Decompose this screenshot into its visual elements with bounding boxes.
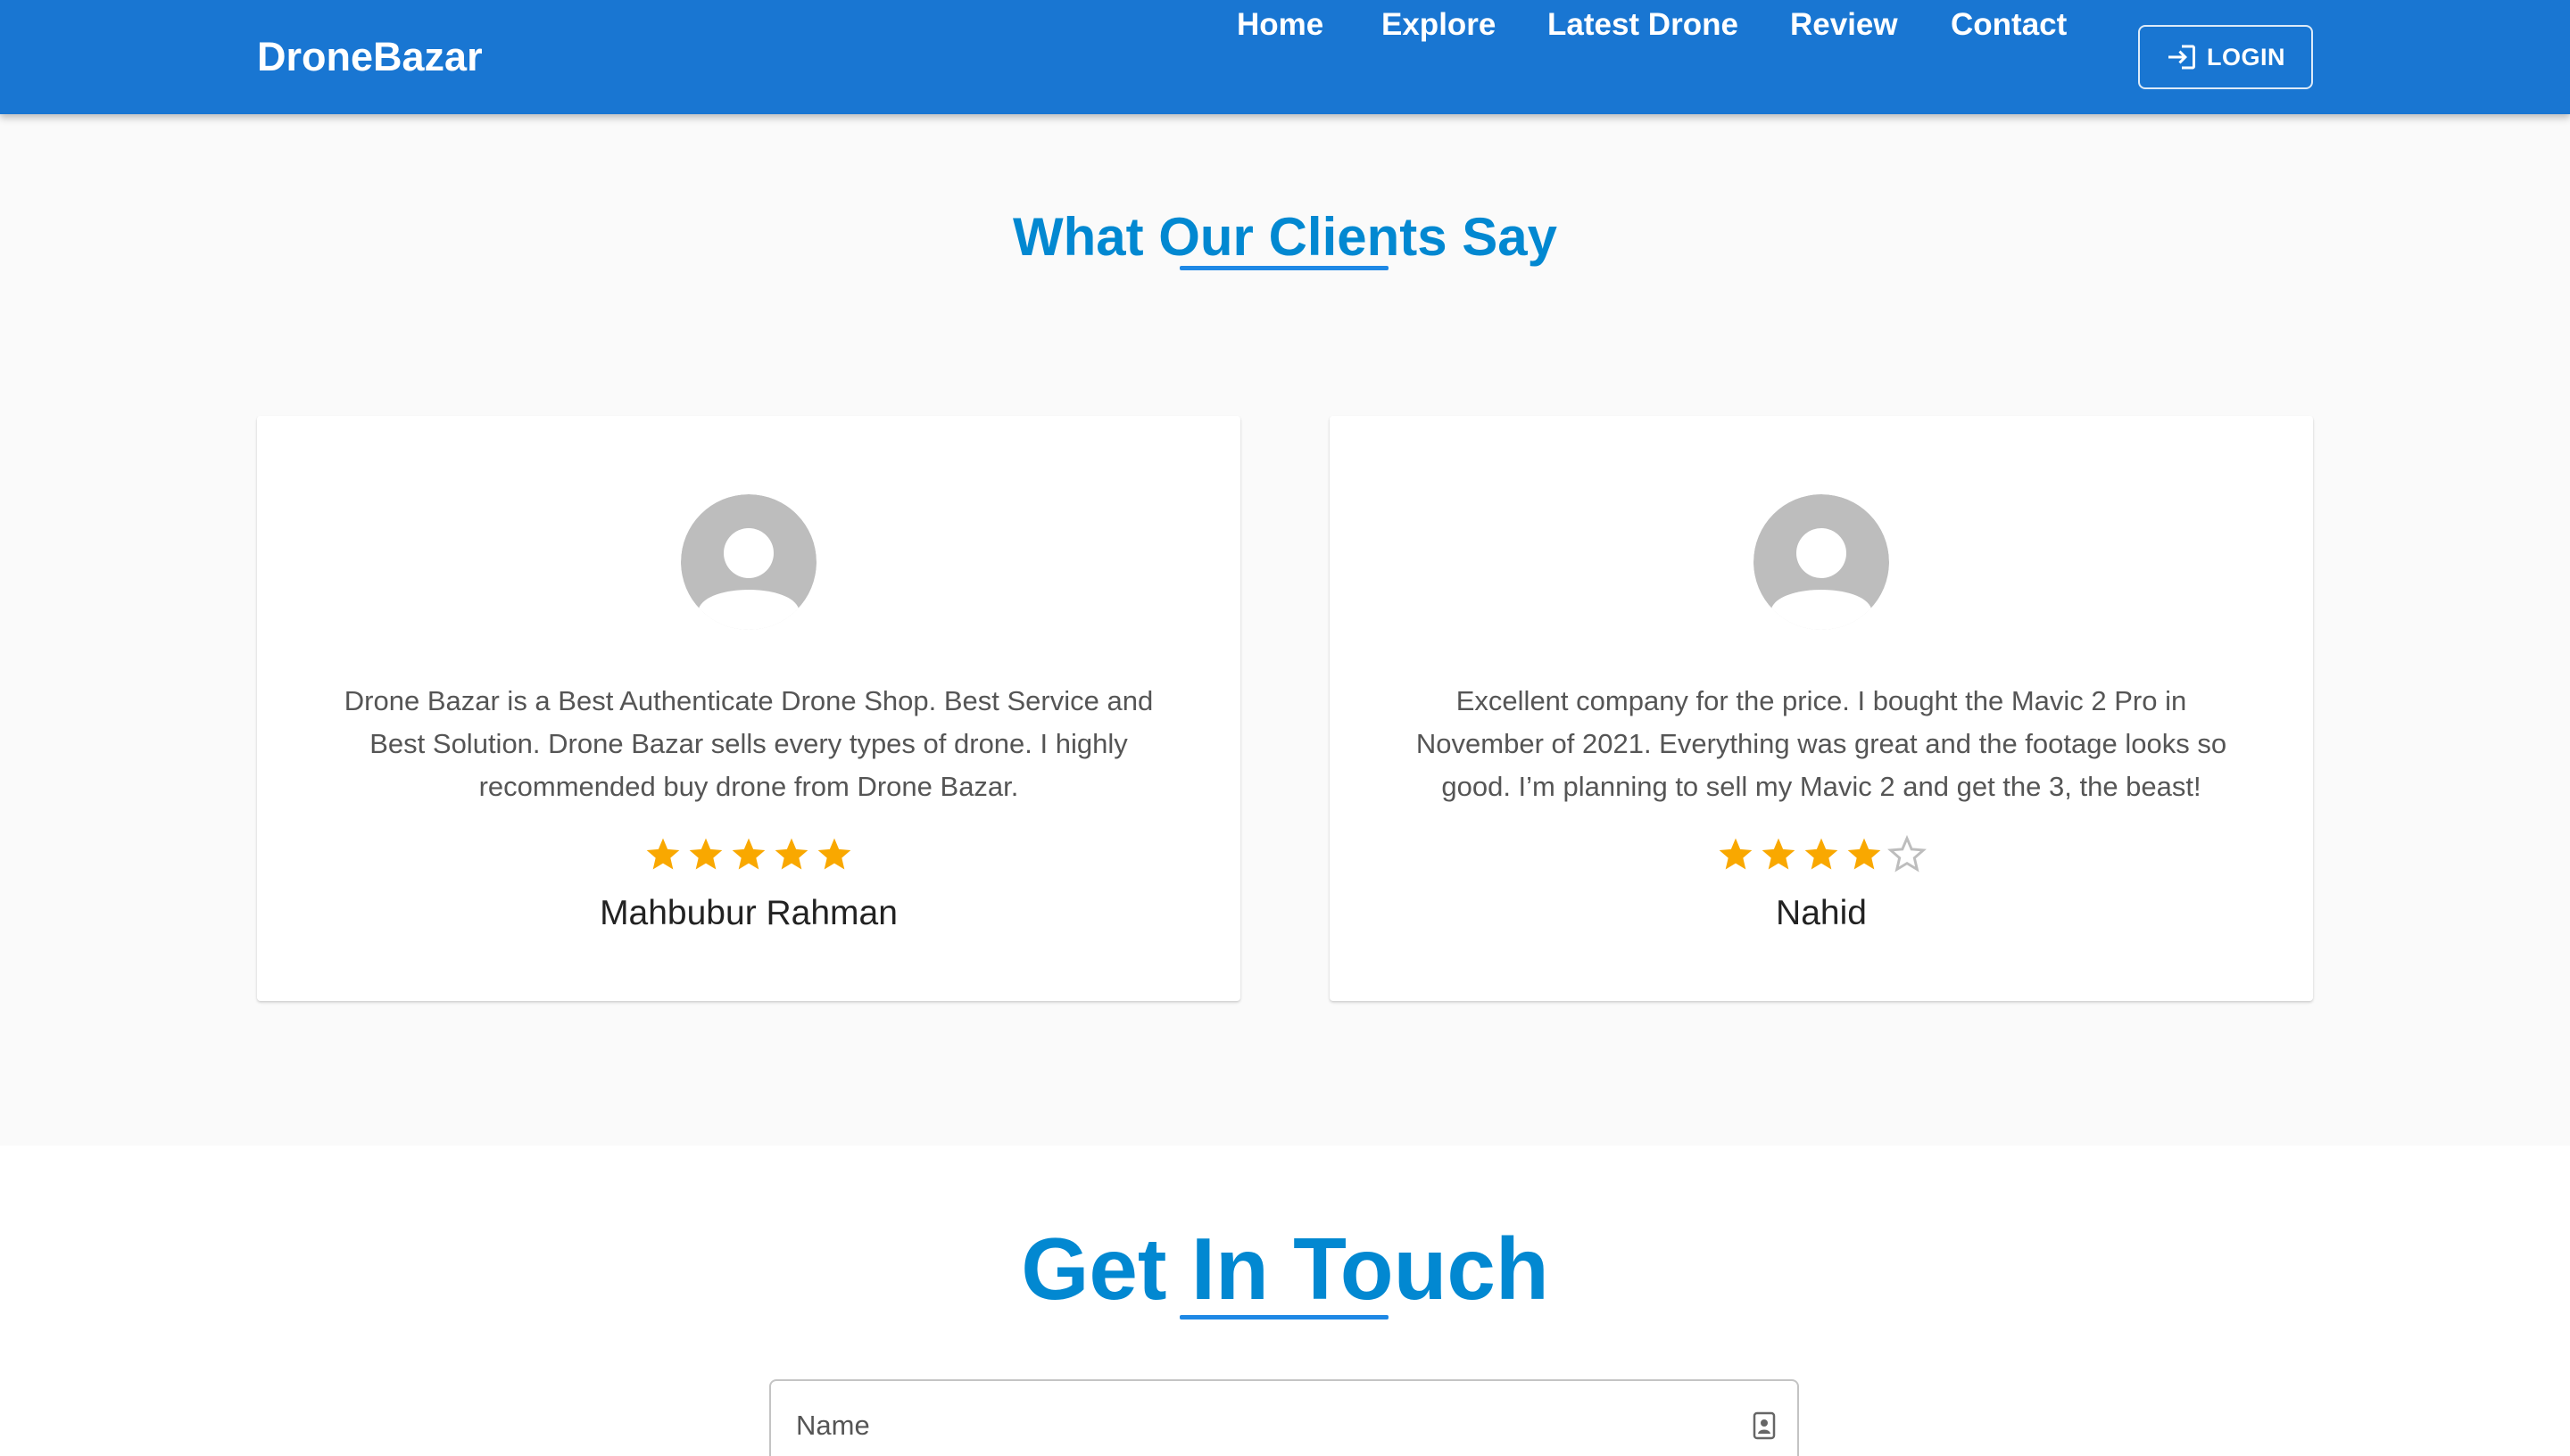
nav-review[interactable]: Review (1790, 0, 1898, 50)
review-card: Drone Bazar is a Best Authenticate Drone… (257, 416, 1240, 1001)
login-label: LOGIN (2207, 43, 2285, 70)
review-text: Drone Bazar is a Best Authenticate Drone… (344, 685, 1154, 802)
nav-latest-drone[interactable]: Latest Drone (1547, 0, 1738, 50)
login-button[interactable]: LOGIN (2138, 25, 2313, 89)
login-icon (2168, 45, 2195, 70)
star-filled-icon (732, 838, 766, 870)
star-filled-icon (1762, 838, 1795, 870)
star-filled-icon (775, 838, 808, 870)
star-rating (1330, 835, 2313, 881)
nav-contact[interactable]: Contact (1951, 0, 2067, 50)
reviews-title: What Our Clients Say (1012, 207, 1558, 267)
star-empty-icon (1887, 835, 1927, 873)
contact-title: Get In Touch (1021, 1220, 1549, 1318)
reviews-title-underline (1180, 266, 1389, 270)
reviewer-name: Nahid (1776, 894, 1867, 932)
avatar (681, 494, 817, 630)
review-card: Excellent company for the price. I bough… (1330, 416, 2313, 1001)
star-rating (257, 835, 1240, 881)
brand-logo[interactable]: DroneBazar (257, 32, 483, 82)
star-filled-icon (817, 838, 851, 870)
contact-card-icon (1753, 1411, 1776, 1440)
avatar (1753, 494, 1889, 630)
star-filled-icon (689, 838, 723, 870)
app-bar: DroneBazar Home Explore Latest Drone Rev… (0, 0, 2570, 114)
nav-explore[interactable]: Explore (1381, 0, 1496, 50)
contact-title-underline (1180, 1315, 1389, 1320)
name-input[interactable] (796, 1408, 1688, 1444)
star-filled-icon (1804, 838, 1838, 870)
star-filled-icon (1719, 838, 1753, 870)
nav-home[interactable]: Home (1237, 0, 1323, 50)
reviewer-name: Mahbubur Rahman (600, 894, 898, 932)
name-field[interactable] (769, 1379, 1799, 1456)
star-filled-icon (1847, 838, 1881, 870)
star-filled-icon (646, 838, 680, 870)
user-avatar-icon (1753, 494, 1889, 630)
review-text: Excellent company for the price. I bough… (1415, 685, 2227, 802)
user-avatar-icon (681, 494, 817, 630)
